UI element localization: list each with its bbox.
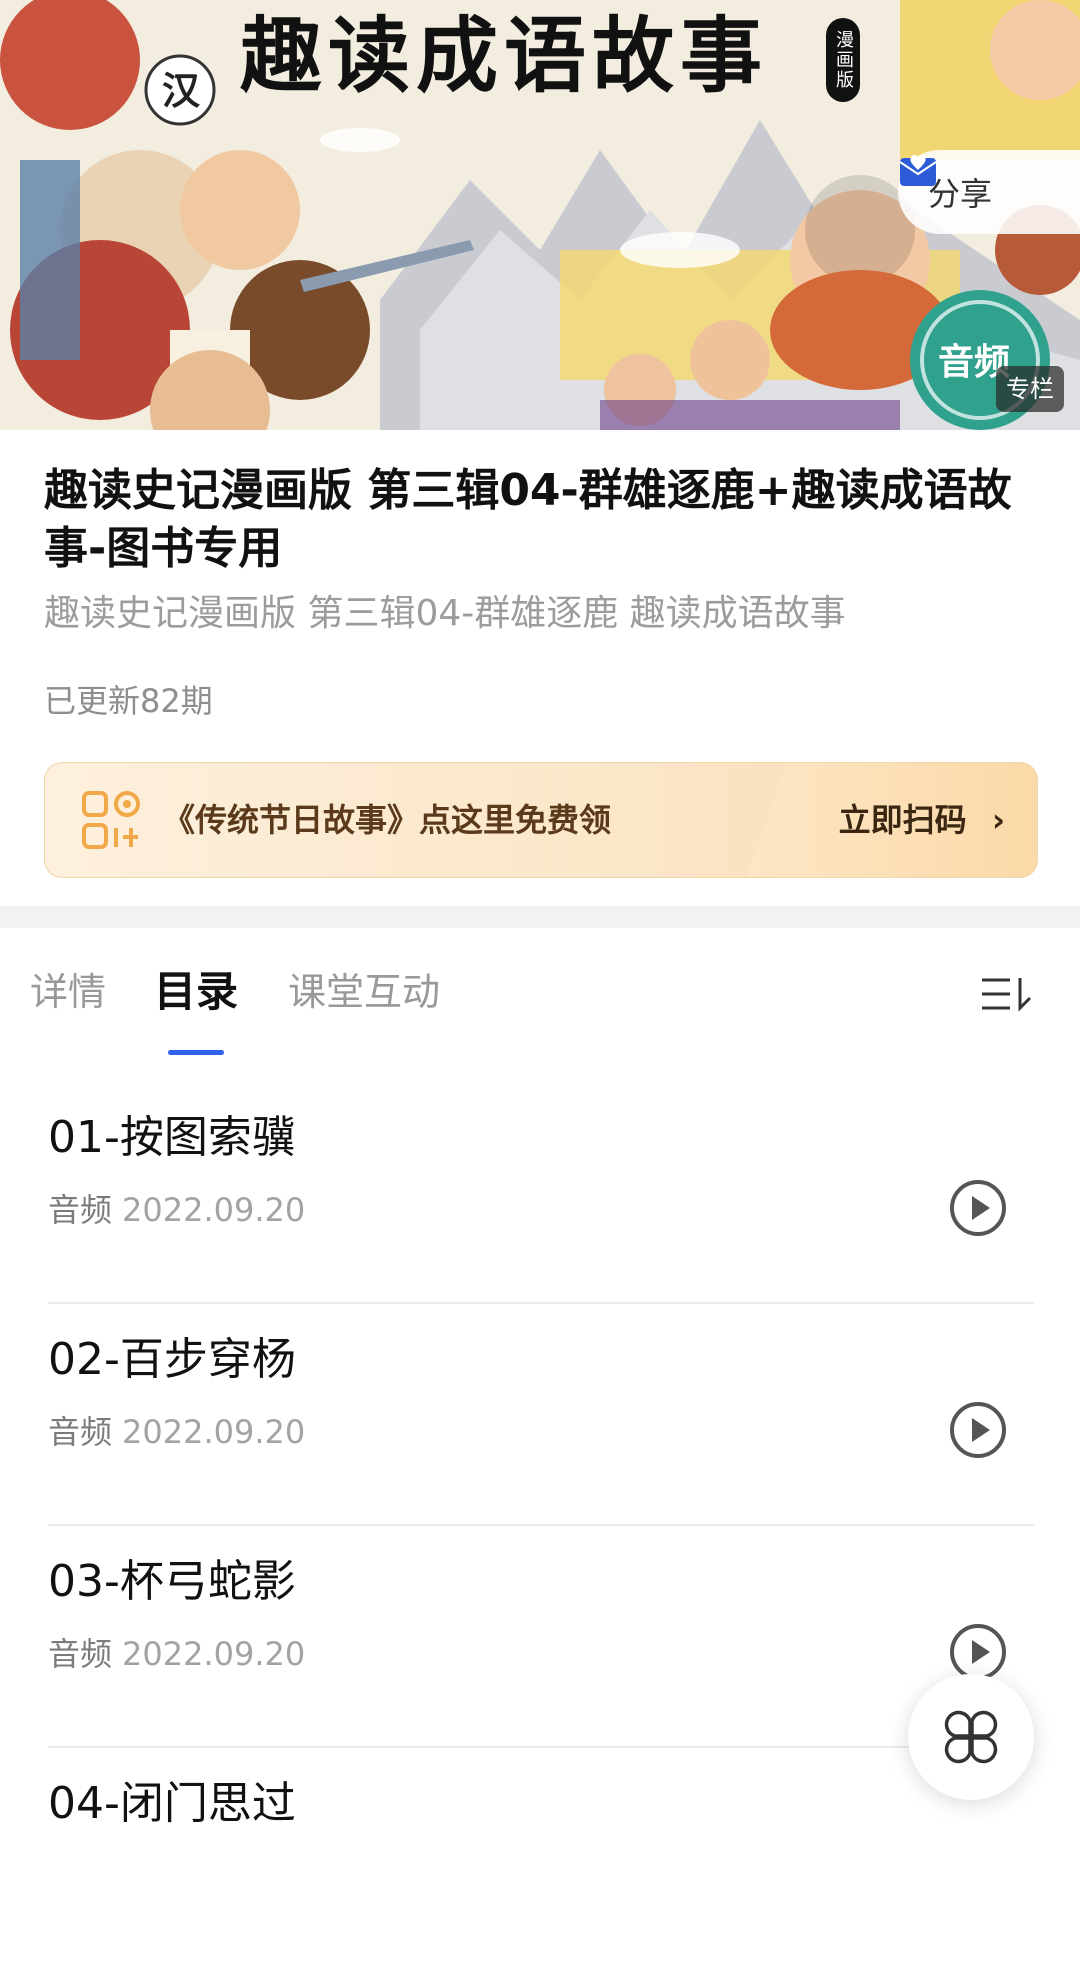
episode-date: 2022.09.20 <box>122 1413 306 1451</box>
qr-code-icon <box>82 791 140 849</box>
floating-menu-button[interactable] <box>908 1674 1034 1800</box>
sort-list-icon[interactable] <box>980 974 1034 1014</box>
tab-classroom[interactable]: 课堂互动 <box>288 964 440 1020</box>
episode-meta: 音频 2022.09.20 <box>48 1412 305 1452</box>
episode-meta: 音频 2022.09.20 <box>48 1634 305 1674</box>
tab-details[interactable]: 详情 <box>30 964 106 1020</box>
clover-menu-icon <box>944 1710 998 1764</box>
episode-title: 01-按图索骥 <box>48 1112 296 1163</box>
scan-now-label: 立即扫码 <box>838 801 967 839</box>
play-circle-icon[interactable] <box>948 1178 1008 1238</box>
episode-row[interactable]: 02-百步穿杨 音频 2022.09.20 <box>0 1304 1080 1526</box>
episode-type: 音频 <box>48 1635 113 1673</box>
chevron-right-icon: › <box>991 801 1005 839</box>
share-button[interactable]: 分享 <box>898 150 1080 234</box>
episode-row[interactable]: 01-按图索骥 音频 2022.09.20 <box>0 1082 1080 1304</box>
banner-tag: 漫画版 <box>826 18 860 102</box>
episode-type: 音频 <box>48 1413 113 1451</box>
episode-type: 音频 <box>48 1191 113 1229</box>
album-subtitle: 趣读史记漫画版 第三辑04-群雄逐鹿 趣读成语故事 <box>44 593 846 634</box>
play-circle-icon[interactable] <box>948 1622 1008 1682</box>
promo-banner[interactable]: 《传统节日故事》点这里免费领 立即扫码 › <box>44 762 1038 878</box>
scroll-glyph: 汉 <box>162 68 201 113</box>
section-divider <box>0 906 1080 928</box>
episode-meta: 音频 2022.09.20 <box>48 1190 305 1230</box>
episode-title: 04-闭门思过 <box>48 1778 296 1829</box>
episode-row[interactable]: 04-闭门思过 <box>0 1748 1080 1970</box>
tab-catalog[interactable]: 目录 <box>154 964 238 1020</box>
episode-date: 2022.09.20 <box>122 1191 306 1229</box>
scan-now-button[interactable]: 立即扫码 › <box>839 763 1005 877</box>
envelope-heart-icon <box>899 154 937 186</box>
album-title: 趣读史记漫画版 第三辑04-群雄逐鹿+趣读成语故事-图书专用 <box>44 465 1012 574</box>
update-status: 已更新82期 <box>44 682 213 720</box>
column-badge: 专栏 <box>996 366 1064 412</box>
active-tab-indicator <box>168 1050 224 1055</box>
banner-title: 趣读成语故事 <box>240 8 769 104</box>
episode-title: 02-百步穿杨 <box>48 1334 296 1385</box>
cover-banner: 汉 音频 趣读成语故事 漫画版 分享 专栏 <box>0 0 1080 430</box>
promo-text: 《传统节日故事》点这里免费领 <box>163 801 612 839</box>
episode-date: 2022.09.20 <box>122 1635 306 1673</box>
episode-title: 03-杯弓蛇影 <box>48 1556 296 1607</box>
play-circle-icon[interactable] <box>948 1400 1008 1460</box>
